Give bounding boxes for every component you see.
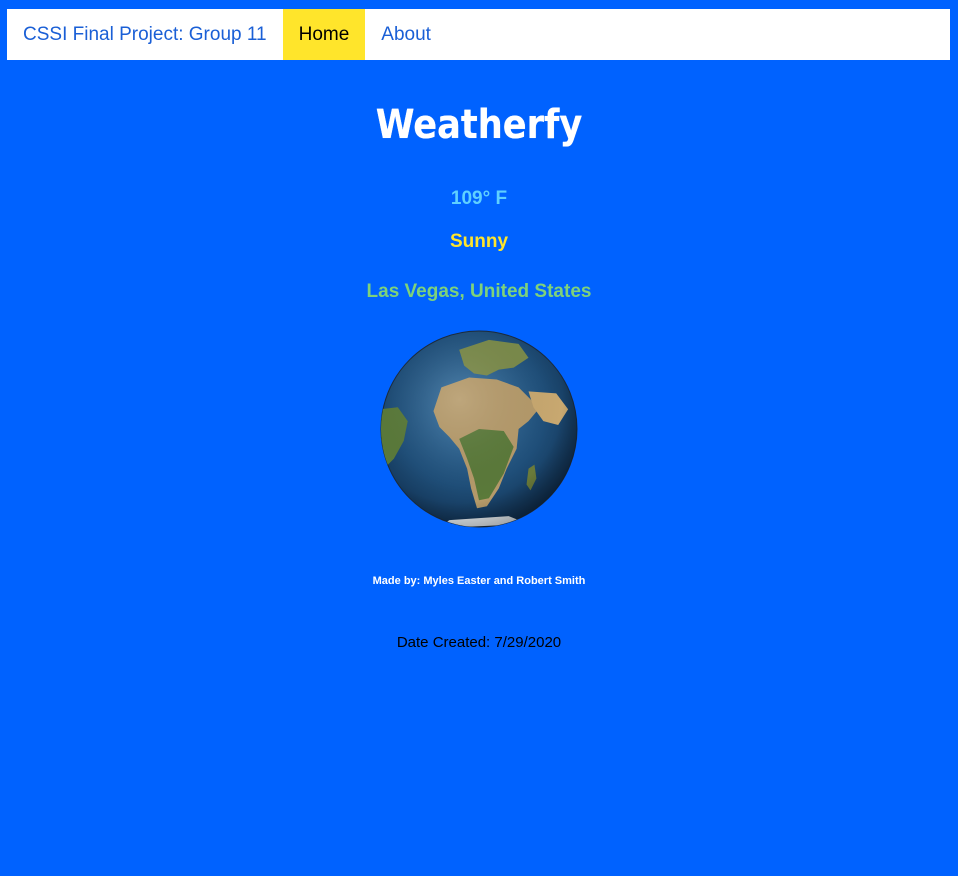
nav-home-link[interactable]: Home: [282, 9, 366, 60]
top-navbar: CSSI Final Project: Group 11 Home About: [7, 9, 950, 60]
brand-link[interactable]: CSSI Final Project: Group 11: [7, 9, 283, 60]
temperature-text: 109° F: [450, 188, 508, 209]
earth-globe-icon: [380, 330, 578, 528]
date-created-text: Date Created: 7/29/2020: [396, 634, 562, 651]
weather-condition-text: Sunny: [449, 231, 509, 252]
nav-about-link[interactable]: About: [365, 9, 447, 60]
credits-text: Made by: Myles Easter and Robert Smith: [372, 575, 586, 587]
location-text: Las Vegas, United States: [366, 281, 592, 302]
page-title: Weatherfy: [375, 102, 583, 148]
